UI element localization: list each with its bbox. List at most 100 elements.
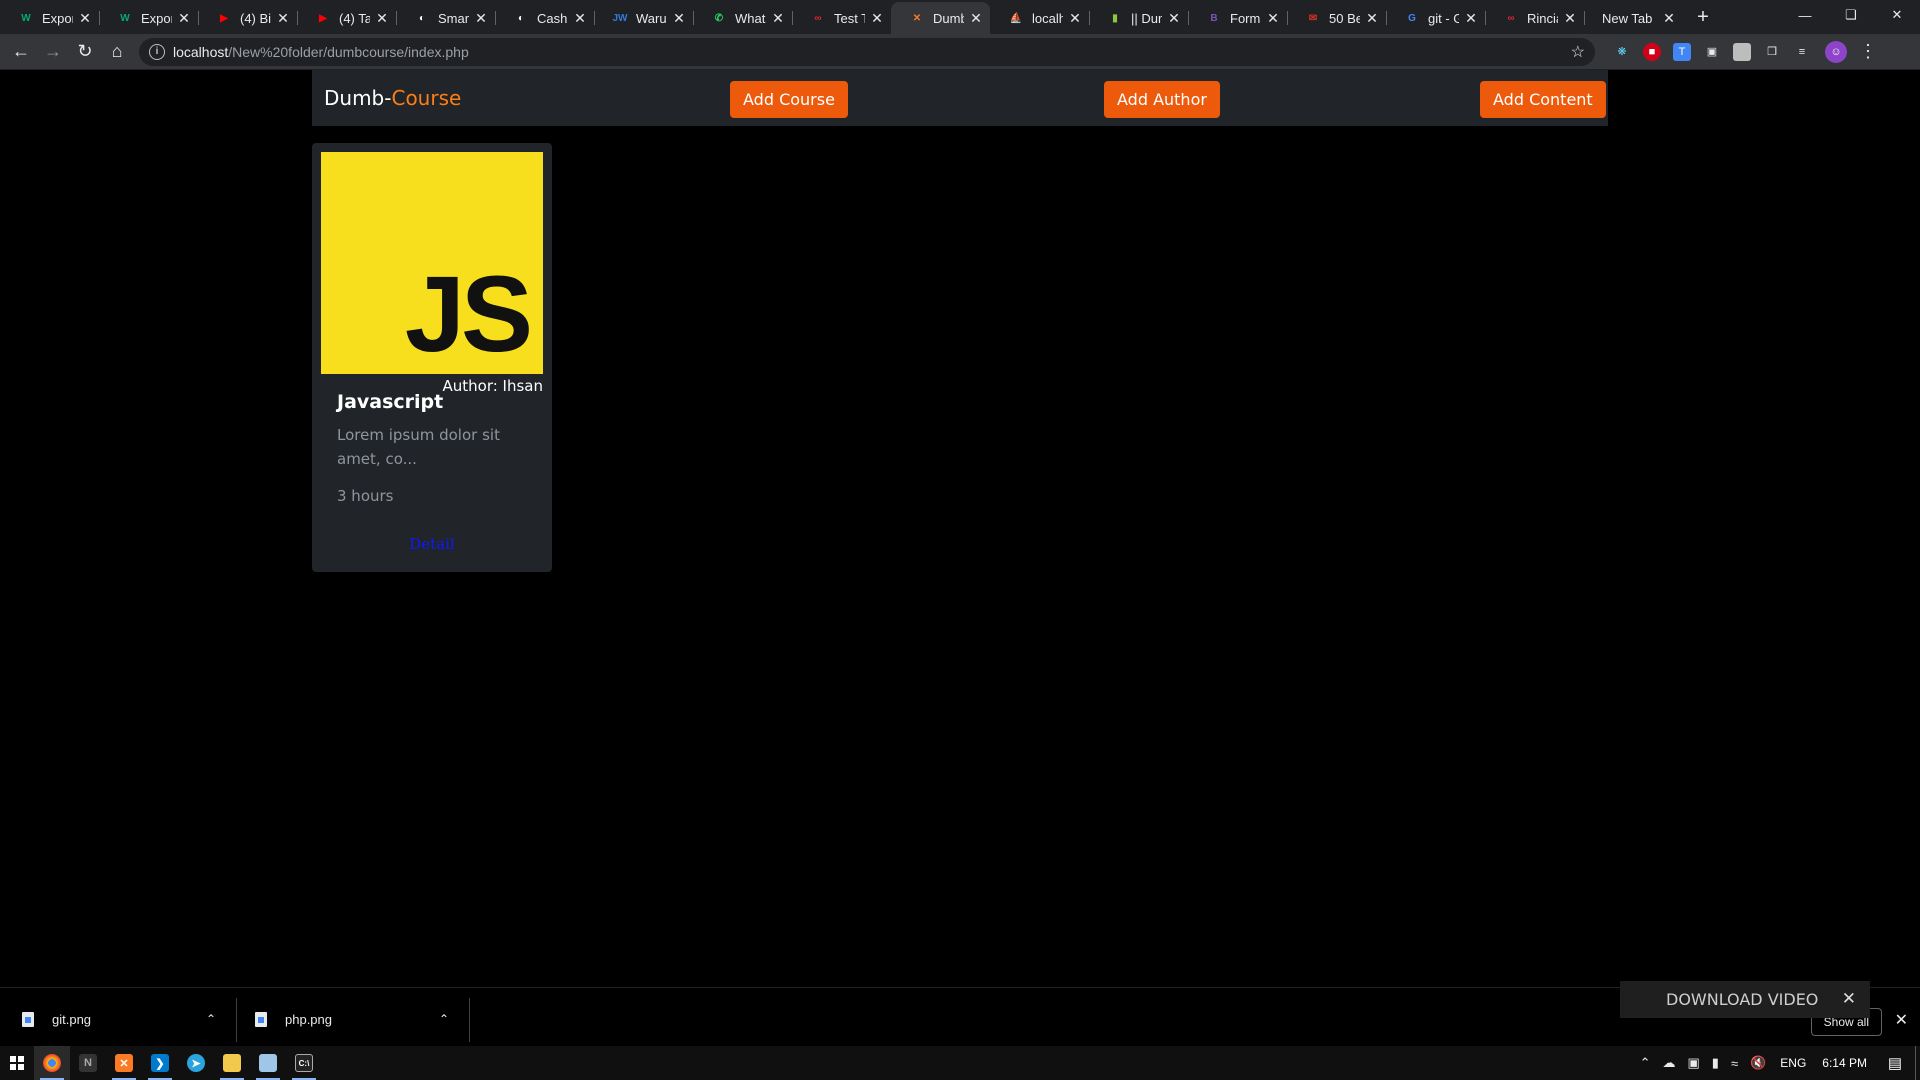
reload-icon[interactable]: ↻: [69, 36, 101, 68]
browser-tab[interactable]: W Expon✕: [99, 2, 198, 34]
browser-tab[interactable]: ∞ Test Te✕: [792, 2, 891, 34]
reading-list-icon[interactable]: ≡: [1793, 43, 1811, 61]
tab-close-icon[interactable]: ✕: [1067, 10, 1083, 26]
brand-logo[interactable]: Dumb-Course: [324, 86, 461, 110]
dumbways-icon: ∞: [814, 12, 822, 24]
tab-title: git - G: [1428, 10, 1459, 26]
onedrive-icon[interactable]: ☁: [1663, 1055, 1676, 1071]
chevron-up-icon[interactable]: ⌃: [439, 1012, 449, 1026]
minimize-icon[interactable]: —: [1782, 0, 1828, 30]
browser-tab[interactable]: ▶ (4) Bin✕: [198, 2, 297, 34]
image-file-icon: [22, 1011, 34, 1027]
adblock-icon[interactable]: ■: [1643, 42, 1661, 61]
vscode-taskbar-icon[interactable]: ❯: [142, 1046, 178, 1080]
translate-icon[interactable]: T: [1673, 42, 1691, 61]
bookmark-star-icon[interactable]: ☆: [1571, 42, 1585, 62]
tab-close-icon[interactable]: ✕: [572, 10, 588, 26]
browser-tab[interactable]: ▮ || Dum✕: [1089, 2, 1188, 34]
chevron-up-icon[interactable]: ⌃: [1640, 1055, 1651, 1071]
app-taskbar-icon[interactable]: N: [70, 1046, 106, 1080]
browser-tab[interactable]: W Expon✕: [0, 2, 99, 34]
browser-tab[interactable]: ∞ Rincian✕: [1485, 2, 1584, 34]
tab-close-icon[interactable]: ✕: [176, 10, 192, 26]
download-item[interactable]: git.png ⌃: [22, 1002, 222, 1036]
tab-close-icon[interactable]: ✕: [1364, 10, 1380, 26]
tab-close-icon[interactable]: ✕: [1463, 10, 1479, 26]
battery-icon[interactable]: ▮: [1712, 1055, 1719, 1071]
tab-title: Rincian: [1527, 10, 1558, 26]
notifications-icon[interactable]: ▤: [1875, 1046, 1915, 1080]
browser-tab[interactable]: ✆ Whats✕: [693, 2, 792, 34]
notepad-taskbar-icon[interactable]: [250, 1046, 286, 1080]
tab-close-icon[interactable]: ✕: [1265, 10, 1281, 26]
address-bar[interactable]: i localhost/New%20folder/dumbcourse/inde…: [139, 37, 1595, 66]
new-tab-button[interactable]: +: [1689, 3, 1717, 31]
home-icon[interactable]: ⌂: [101, 36, 133, 68]
tab-close-icon[interactable]: ✕: [1562, 10, 1578, 26]
xampp-taskbar-icon[interactable]: ✕: [106, 1046, 142, 1080]
browser-tab[interactable]: B Forms✕: [1188, 2, 1287, 34]
tab-title: localh: [1032, 10, 1063, 26]
url-path: /New%20folder/dumbcourse/index.php: [228, 43, 469, 60]
course-author: Author: Ihsan: [442, 377, 543, 395]
browser-tab[interactable]: New Tab ✕: [1584, 2, 1683, 34]
chevron-up-icon[interactable]: ⌃: [206, 1012, 216, 1026]
add-content-button[interactable]: Add Content: [1480, 81, 1606, 118]
security-icon[interactable]: ▣: [1688, 1055, 1700, 1071]
browser-tab[interactable]: ✉ 50 Bes✕: [1287, 2, 1386, 34]
download-video-label: DOWNLOAD VIDEO: [1666, 990, 1819, 1009]
whatsapp-icon: ✆: [714, 12, 724, 24]
download-filename: php.png: [285, 1011, 332, 1027]
browser-menu-icon[interactable]: ⋮: [1859, 41, 1877, 62]
browser-tab[interactable]: ◐ SmartT✕: [396, 2, 495, 34]
wifi-icon[interactable]: ≈: [1731, 1056, 1738, 1071]
file-explorer-taskbar-icon[interactable]: [214, 1046, 250, 1080]
restore-icon[interactable]: ❏: [1828, 0, 1874, 30]
image-icon[interactable]: [1733, 42, 1751, 61]
windows-start-icon[interactable]: [0, 1046, 34, 1080]
tab-close-icon[interactable]: ✕: [770, 10, 786, 26]
tab-close-icon[interactable]: ✕: [968, 10, 984, 26]
tab-close-icon[interactable]: ✕: [473, 10, 489, 26]
download-video-popup[interactable]: DOWNLOAD VIDEO ✕: [1620, 981, 1870, 1018]
mail-icon: ✉: [1308, 12, 1318, 24]
chrome-taskbar-icon[interactable]: [34, 1046, 70, 1080]
browser-tab[interactable]: Ggit - G ✕: [1386, 2, 1485, 34]
download-filename: git.png: [52, 1011, 92, 1027]
tab-close-icon[interactable]: ✕: [1661, 10, 1677, 26]
extensions-puzzle-icon[interactable]: ❒: [1763, 43, 1781, 61]
add-author-button[interactable]: Add Author: [1104, 81, 1220, 118]
tab-close-icon[interactable]: ✕: [671, 10, 687, 26]
browser-tab[interactable]: ▶ (4) Tan✕: [297, 2, 396, 34]
close-window-icon[interactable]: ✕: [1874, 0, 1920, 30]
extensions-area: ❋ ■ T ▣ ❒ ≡: [1607, 42, 1817, 61]
site-info-icon[interactable]: i: [149, 43, 165, 60]
volume-muted-icon[interactable]: 🔇: [1750, 1055, 1766, 1071]
download-item[interactable]: php.png ⌃: [255, 1002, 455, 1036]
add-course-button[interactable]: Add Course: [730, 81, 848, 118]
telegram-taskbar-icon[interactable]: ➤: [178, 1046, 214, 1080]
tab-close-icon[interactable]: ✕: [869, 10, 885, 26]
forward-arrow-icon[interactable]: →: [37, 36, 69, 68]
screen-capture-icon[interactable]: ▣: [1703, 43, 1721, 61]
profile-avatar[interactable]: ☺: [1825, 40, 1847, 63]
language-indicator[interactable]: ENG: [1780, 1056, 1806, 1070]
browser-tab[interactable]: ✕Dumb✕: [891, 2, 990, 34]
browser-tab[interactable]: ⛵ localh ✕: [990, 2, 1089, 34]
tab-close-icon[interactable]: ✕: [77, 10, 93, 26]
react-devtools-icon[interactable]: ❋: [1613, 43, 1631, 61]
tab-close-icon[interactable]: ✕: [1166, 10, 1182, 26]
close-icon[interactable]: ✕: [1842, 989, 1856, 1009]
show-desktop-button[interactable]: [1915, 1046, 1920, 1080]
terminal-taskbar-icon[interactable]: C:\: [286, 1046, 322, 1080]
close-downloads-icon[interactable]: ✕: [1895, 1010, 1908, 1030]
browser-tab[interactable]: JW Warun✕: [594, 2, 693, 34]
tab-title: (4) Tan: [339, 10, 370, 26]
tab-close-icon[interactable]: ✕: [275, 10, 291, 26]
course-detail-link[interactable]: Detail: [312, 535, 552, 553]
browser-tab[interactable]: ◐ Cashie✕: [495, 2, 594, 34]
javascript-logo: JS: [404, 253, 533, 374]
clock[interactable]: 6:14 PM: [1822, 1056, 1867, 1070]
tab-close-icon[interactable]: ✕: [374, 10, 390, 26]
back-arrow-icon[interactable]: ←: [5, 36, 37, 68]
